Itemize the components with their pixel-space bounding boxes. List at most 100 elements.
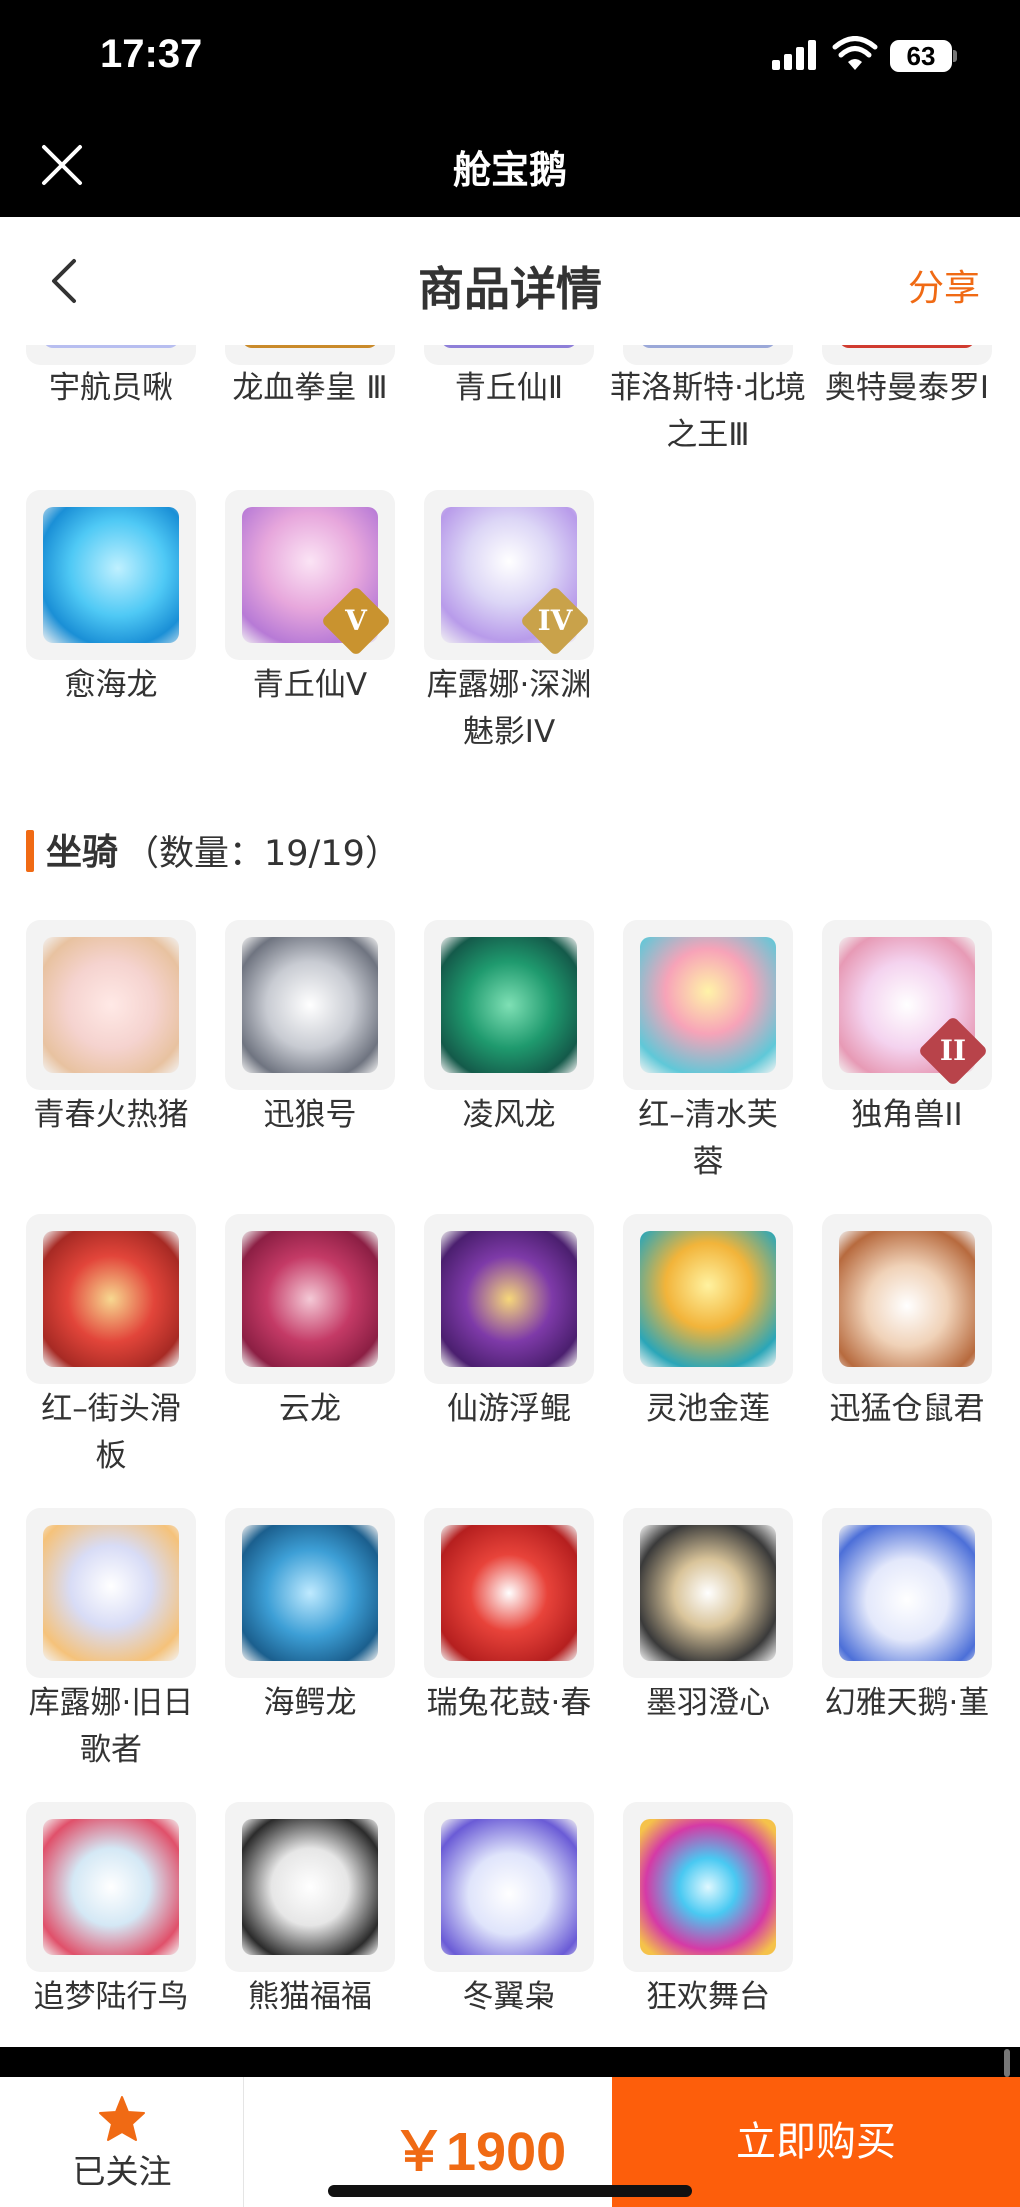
section-accent-bar: [26, 830, 34, 872]
mount-tile[interactable]: II: [822, 920, 992, 1090]
mount-tile[interactable]: [822, 1508, 992, 1678]
pig-icon: [43, 937, 179, 1073]
sea-dragon-icon: [242, 1525, 378, 1661]
mount-tile[interactable]: [225, 920, 395, 1090]
mount-name: 凌风龙: [462, 1097, 556, 1133]
skateboard-icon: [43, 1231, 179, 1367]
mount-tile[interactable]: [225, 1214, 395, 1384]
grade-badge: V: [320, 585, 392, 657]
pet-tile[interactable]: [26, 490, 196, 660]
owl-icon: [441, 1819, 577, 1955]
mount-tile[interactable]: [26, 1508, 196, 1678]
battery-indicator: 63: [890, 40, 952, 72]
mount-name: 墨羽澄心: [646, 1685, 770, 1721]
mount-name: 红–街头滑板: [41, 1391, 181, 1474]
product-content[interactable]: 宇航员啾 龙血拳皇 Ⅲ 青丘仙Ⅱ 菲洛斯特·北境之王Ⅲ 奥特曼泰罗Ⅰ V IV …: [0, 345, 1020, 2047]
singer-mermaid-icon: [43, 1525, 179, 1661]
mount-name: 独角兽II: [851, 1097, 963, 1133]
app-bar: 舱宝鹅: [0, 115, 1020, 217]
mount-tile[interactable]: [225, 1802, 395, 1972]
mount-name: 青春火热猪: [33, 1097, 189, 1133]
item-name: 龙血拳皇 Ⅲ: [232, 370, 388, 406]
app-title: 舱宝鹅: [452, 148, 567, 192]
mount-name: 幻雅天鹅·堇: [824, 1685, 990, 1721]
feather-blade-icon: [640, 1525, 776, 1661]
grade-badge: II: [917, 1015, 989, 1087]
page-title: 商品详情: [418, 262, 602, 316]
mount-tile[interactable]: [424, 1214, 594, 1384]
mount-tile[interactable]: [424, 1508, 594, 1678]
ultraman-icon: [839, 345, 975, 348]
item-tile-cut[interactable]: [26, 345, 196, 365]
mecha-wolf-icon: [242, 937, 378, 1073]
status-bar: 17:37 63: [0, 0, 1020, 115]
rabbit-drum-icon: [441, 1525, 577, 1661]
mount-tile[interactable]: [26, 1802, 196, 1972]
mount-tile[interactable]: [623, 920, 793, 1090]
item-name: 青丘仙Ⅱ: [454, 370, 564, 406]
mount-name: 仙游浮鲲: [447, 1391, 571, 1427]
follow-label: 已关注: [72, 2152, 172, 2191]
dodo-bird-icon: [43, 1819, 179, 1955]
grade-badge: IV: [519, 585, 591, 657]
section-title: 坐骑: [46, 832, 119, 873]
mount-name: 云龙: [279, 1391, 341, 1427]
pet-name: 青丘仙V: [252, 667, 368, 703]
mount-tile[interactable]: [623, 1508, 793, 1678]
ice-dragon-icon: [43, 507, 179, 643]
page-header: 商品详情 分享: [0, 217, 1020, 345]
mount-name: 灵池金莲: [646, 1391, 770, 1427]
cloud-dragon-icon: [242, 1231, 378, 1367]
wifi-icon: [832, 36, 878, 70]
mount-name: 熊猫福福: [248, 1979, 372, 2015]
panda-icon: [242, 1819, 378, 1955]
price: ￥1900: [392, 2122, 567, 2182]
item-tile-cut[interactable]: [225, 345, 395, 365]
mount-name: 库露娜·旧日歌者: [28, 1685, 194, 1768]
astronaut-icon: [43, 345, 179, 348]
star-icon: [99, 2096, 145, 2141]
mount-name: 追梦陆行鸟: [33, 1979, 189, 2015]
lotus-icon: [640, 937, 776, 1073]
mount-name: 红–清水芙蓉: [638, 1097, 778, 1180]
golden-lotus-icon: [640, 1231, 776, 1367]
pet-tile[interactable]: V: [225, 490, 395, 660]
mount-name: 冬翼枭: [462, 1979, 556, 2015]
green-dragon-icon: [441, 937, 577, 1073]
item-tile-cut[interactable]: [424, 345, 594, 365]
item-name: 宇航员啾: [49, 370, 173, 406]
mount-name: 迅狼号: [263, 1097, 357, 1133]
pet-tile[interactable]: IV: [424, 490, 594, 660]
signal-icon: [772, 40, 816, 70]
pet-name: 愈海龙: [64, 667, 158, 703]
item-tile-cut[interactable]: [822, 345, 992, 365]
item-tile-cut[interactable]: [623, 345, 793, 365]
scrollbar-thumb[interactable]: [1004, 2049, 1010, 2077]
item-name: 菲洛斯特·北境之王Ⅲ: [610, 370, 806, 453]
mount-tile[interactable]: [424, 1802, 594, 1972]
mount-tile[interactable]: [26, 920, 196, 1090]
section-count: （数量：19/19）: [124, 834, 400, 874]
status-time: 17:37: [100, 32, 203, 76]
swan-icon: [839, 1525, 975, 1661]
boxer-icon: [242, 345, 378, 348]
mount-tile[interactable]: [225, 1508, 395, 1678]
mount-name: 狂欢舞台: [646, 1979, 770, 2015]
mount-name: 海鳄龙: [263, 1685, 357, 1721]
battery-tip: [953, 50, 957, 62]
share-button[interactable]: 分享: [908, 259, 980, 311]
fairy-icon: [441, 345, 577, 348]
footer-divider: [0, 2047, 1020, 2077]
mount-name: 瑞兔花鼓·春: [426, 1685, 592, 1721]
mount-tile[interactable]: [623, 1214, 793, 1384]
flying-fish-icon: [441, 1231, 577, 1367]
mount-tile[interactable]: [26, 1214, 196, 1384]
mount-tile[interactable]: [822, 1214, 992, 1384]
item-name: 奥特曼泰罗Ⅰ: [824, 370, 990, 406]
mount-tile[interactable]: [424, 920, 594, 1090]
mount-tile[interactable]: [623, 1802, 793, 1972]
mount-name: 迅猛仓鼠君: [829, 1391, 985, 1427]
follow-button[interactable]: 已关注: [0, 2077, 244, 2207]
heart-stage-icon: [640, 1819, 776, 1955]
home-indicator[interactable]: [328, 2185, 692, 2197]
